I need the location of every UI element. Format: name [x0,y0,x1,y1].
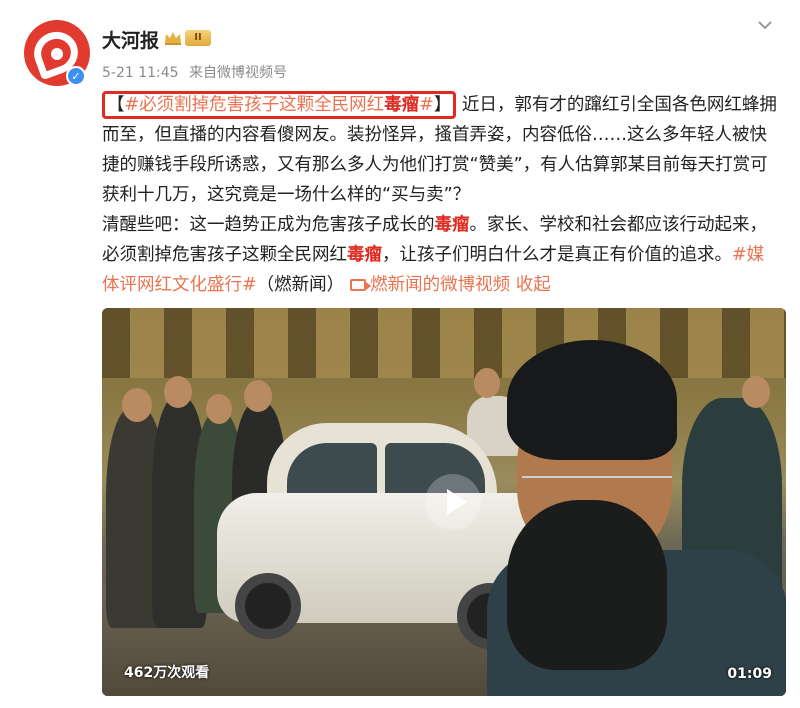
paragraph-2c: ，让孩子们明白什么才是真正有价值的追求。 [382,245,732,265]
video-link[interactable]: 燃新闻的微博视频 [370,275,510,295]
post-meta: 5-21 11:45 来自微博视频号 [102,62,293,82]
paragraph-2a: 清醒些吧：这一趋势正成为危害孩子成长的 [102,215,435,235]
video-man [487,340,786,696]
account-name[interactable]: 大河报 [102,26,159,53]
play-icon[interactable] [425,474,481,530]
post-time[interactable]: 5-21 11:45 [102,65,179,81]
source-prefix: 来自 [189,65,218,81]
post-text: 【#必须割掉危害孩子这颗全民网红毒瘤#】 近日，郭有才的蹿红引全国各色网红蜂拥而… [102,90,780,300]
more-chevron-icon[interactable] [754,14,776,36]
crown-icon [165,32,181,45]
video-duration: 01:09 [727,666,772,682]
weibo-post: ✓ 大河报 II 5-21 11:45 来自微博视频号 【#必须割掉危害孩子这颗… [0,0,800,708]
hashtag-link[interactable]: #必须割掉危害孩子这颗全民网红 [125,95,385,115]
vip-badge: II [185,30,211,46]
video-link-icon [350,279,372,291]
source-note: （燃新闻） [256,275,345,295]
view-count: 462万次观看 [124,665,210,681]
video-player[interactable]: 462万次观看 01:09 [102,308,786,696]
highlighted-hashtag: 【#必须割掉危害孩子这颗全民网红毒瘤#】 [102,91,457,119]
verified-icon: ✓ [66,66,86,86]
post-source[interactable]: 微博视频号 [217,65,287,81]
collapse-link[interactable]: 收起 [516,275,551,295]
